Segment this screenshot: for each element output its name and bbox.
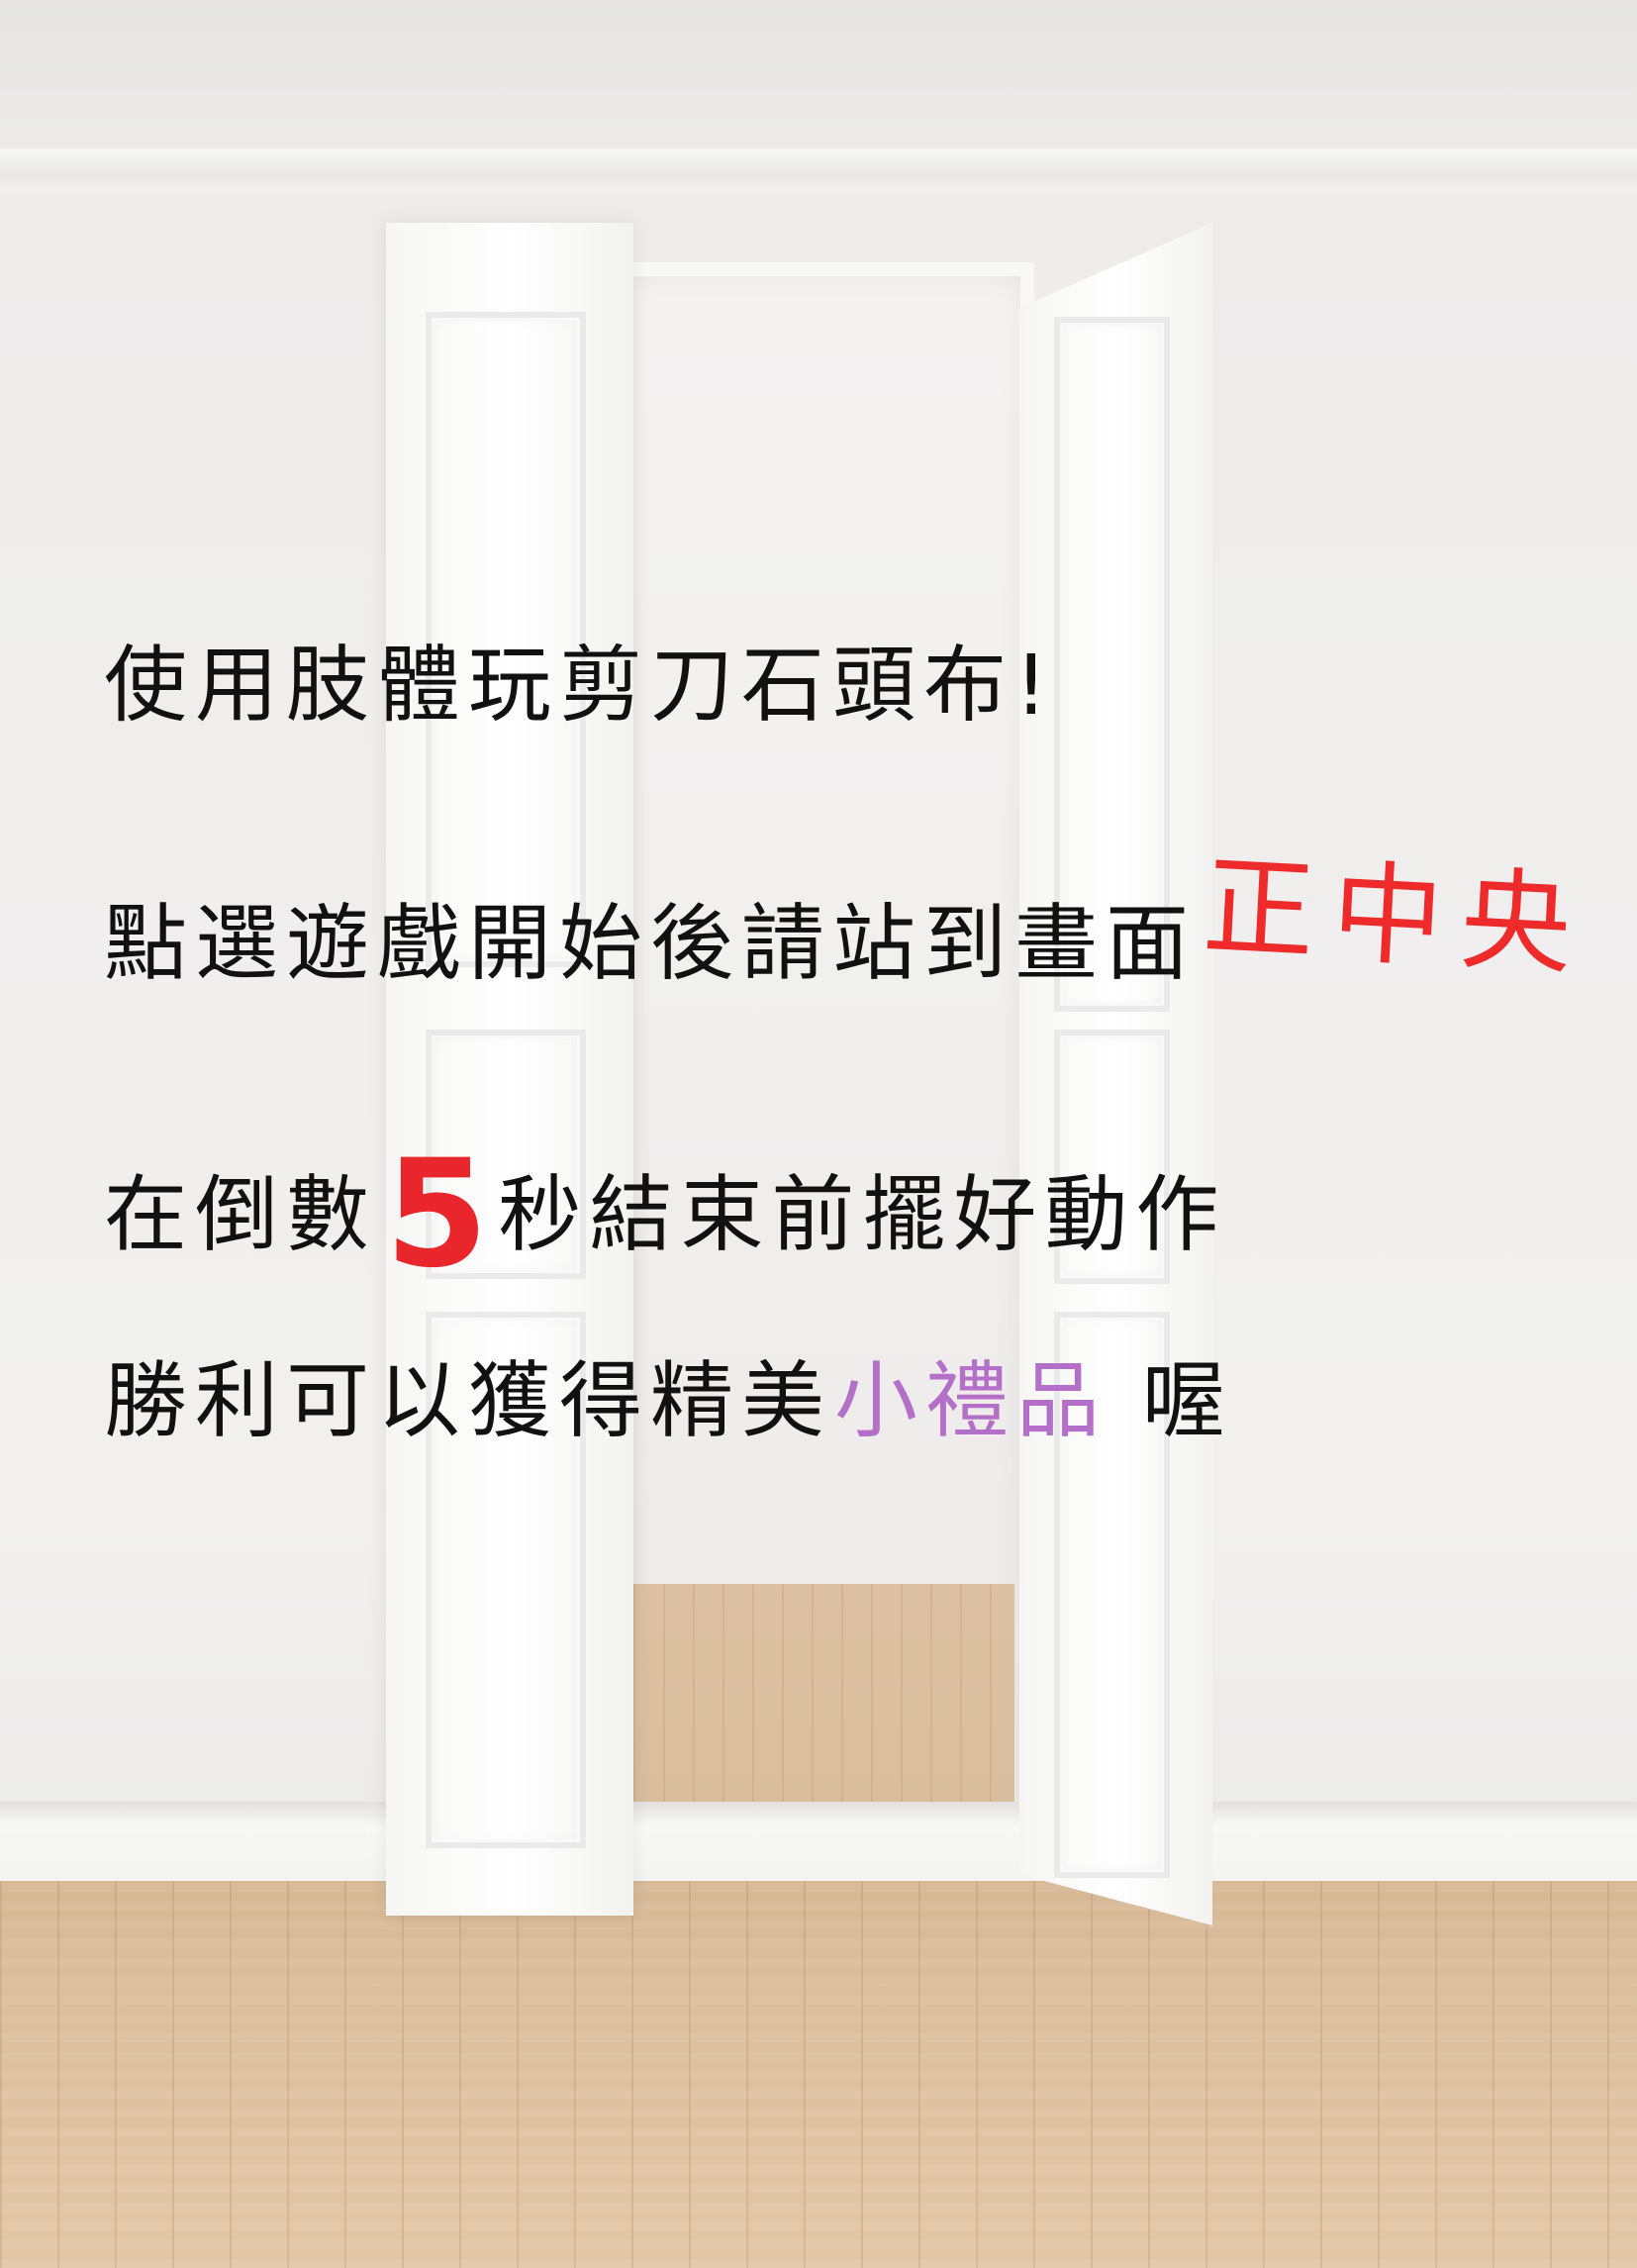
countdown-number: 5 (385, 1129, 489, 1301)
instruction-line-2: 點選遊戲開始後請站到畫面正中央 (104, 842, 1592, 992)
instruction-line-4: 勝利可以獲得精美小禮品 喔 (104, 1359, 1233, 1442)
instruction-text: 點選遊戲開始後請站到畫面 (104, 895, 1198, 992)
instruction-text: 使用肢體玩剪刀石頭布! (104, 637, 1056, 734)
instruction-text: 喔 (1107, 1352, 1233, 1449)
game-instructions: 使用肢體玩剪刀石頭布! 點選遊戲開始後請站到畫面正中央 在倒數5 秒結束前擺好動作… (0, 0, 1637, 2268)
instruction-text: 在倒數 (104, 1166, 378, 1263)
gift-emphasis: 小禮品 (834, 1352, 1108, 1449)
instruction-text: 勝利可以獲得精美 (104, 1352, 833, 1449)
center-emphasis: 正中央 (1200, 841, 1593, 992)
instruction-line-3: 在倒數5 秒結束前擺好動作 (104, 1119, 1227, 1289)
instruction-text: 秒結束前擺好動作 (498, 1166, 1227, 1263)
instruction-line-1: 使用肢體玩剪刀石頭布! (104, 643, 1056, 727)
